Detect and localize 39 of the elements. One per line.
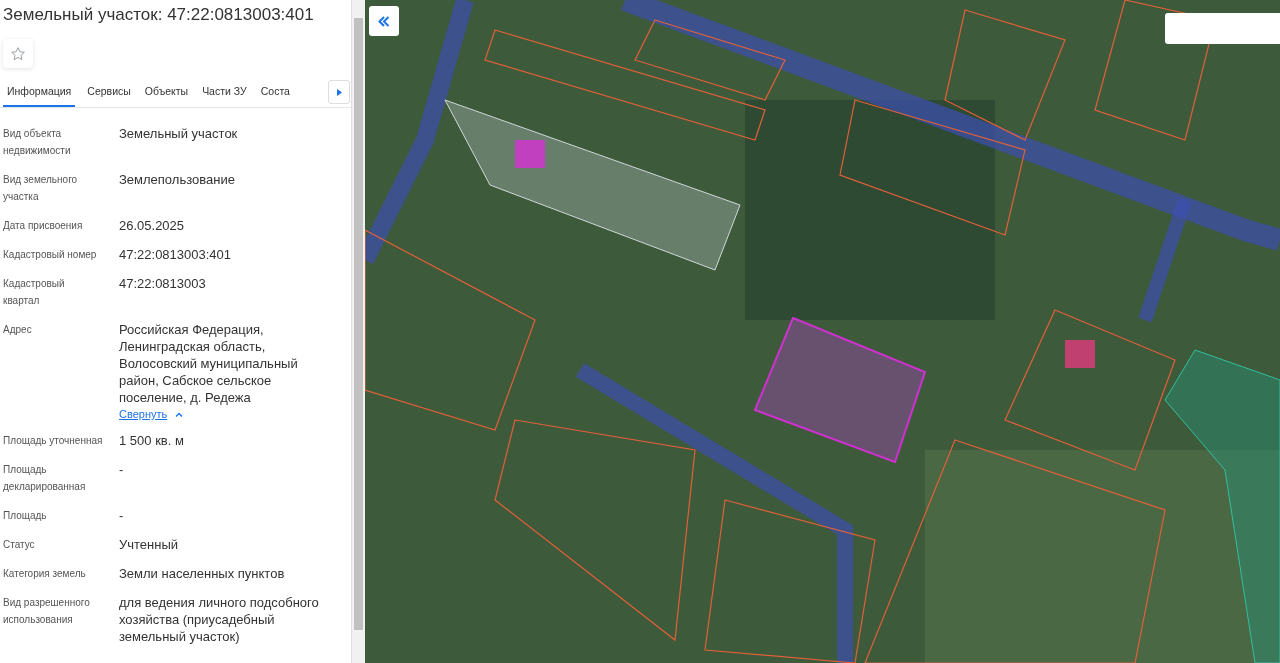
field-label: Вид объекта недвижимости [3,127,72,158]
tabs-scroll-button[interactable] [328,80,351,104]
tab[interactable]: Соста [260,80,290,107]
field-label: Статус [3,538,36,552]
field-value: 47:22:0813003:401 [119,246,233,263]
field-label: Площадь декларированная [3,463,87,494]
tab[interactable]: Объекты [144,80,189,107]
tab[interactable]: Части ЗУ [202,80,247,107]
field-value: 26.05.2025 [119,217,186,234]
field-value: Российская Федерация, Ленинградская область, Волосовский муниципальный район, Сабское сельское поселение, д. Редежа [119,321,299,406]
field-label: Площадь уточненная [3,434,103,448]
panel-title: Земельный участок: 47:22:0813003:401 [2,4,315,25]
star-icon [10,45,26,62]
field-label: Адрес [3,323,33,337]
field-value: 47:22:0813003 [119,275,207,292]
field-label: Вид земельного участка [3,173,79,204]
field-label: Кадастровый квартал [3,277,66,308]
collapse-link[interactable]: Свернуть [119,408,168,420]
field-value: Учтенный [119,536,180,553]
field-value: для ведения личного подсобного хозяйства (приусадебный земельный участок) [119,594,320,645]
tab[interactable]: Сервисы [87,80,131,107]
search-field[interactable] [1165,13,1280,44]
collapse-panel-button[interactable] [369,6,399,36]
field-value: Землепользование [119,171,236,188]
double-chevron-icon [378,15,390,27]
field-value: 1 500 кв. м [119,432,185,449]
field-value: - [119,461,125,478]
field-label: Категория земель [3,567,87,581]
field-label: Дата присвоения [3,219,84,233]
field-value: - [119,507,125,524]
caret-icon [336,88,342,96]
field-value: Земельный участок [119,125,239,142]
scrollbar[interactable] [351,0,365,663]
favorite-button[interactable] [3,39,33,68]
field-label: Кадастровый номер [3,248,98,262]
field-value: Земли населенных пунктов [119,565,286,582]
field-label: Площадь [3,509,48,523]
tab[interactable]: Информация [3,80,76,107]
field-label: Вид разрешенного использования [3,596,91,627]
